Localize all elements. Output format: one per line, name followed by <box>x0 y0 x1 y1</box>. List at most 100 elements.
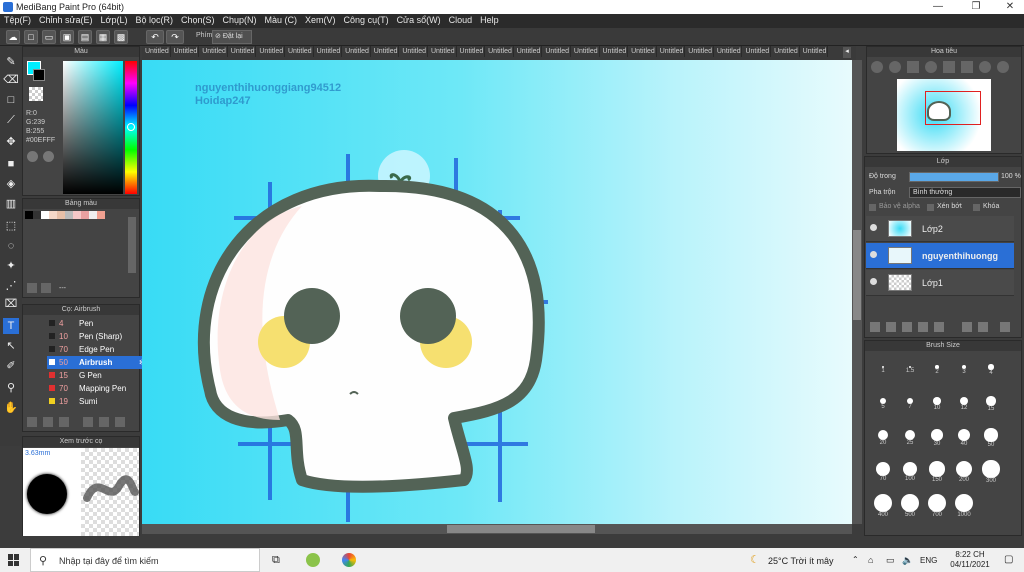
page-icon[interactable]: ▤ <box>78 30 92 44</box>
divide-tool-icon[interactable]: ✐ <box>3 358 19 374</box>
tab-untitled[interactable]: Untitled <box>371 46 400 57</box>
text-tool-icon[interactable]: T <box>3 318 19 334</box>
brush-copy-icon[interactable] <box>83 417 93 427</box>
close-button[interactable]: ✕ <box>990 1 1024 13</box>
menu-window[interactable]: Cửa sổ(W) <box>393 14 445 25</box>
brush-size-option[interactable]: 10 <box>925 391 949 417</box>
dot-tool-icon[interactable]: ⟋ <box>3 112 19 128</box>
delete-layer-icon[interactable] <box>1000 322 1010 332</box>
windows-start-icon[interactable] <box>8 554 20 566</box>
magic-wand-icon[interactable]: ✦ <box>3 258 19 274</box>
notification-icon[interactable]: ▢ <box>1004 554 1013 565</box>
palette-swatch[interactable] <box>97 211 105 219</box>
menu-select[interactable]: Chọn(S) <box>177 14 219 25</box>
move-tool-icon[interactable]: ✥ <box>3 134 19 150</box>
bucket-tool-icon[interactable]: ◈ <box>3 176 19 192</box>
menu-layer[interactable]: Lớp(L) <box>97 14 132 25</box>
zoom-out-icon[interactable] <box>889 61 901 73</box>
menu-filter[interactable]: Bộ lọc(R) <box>131 14 177 25</box>
brush-size-option[interactable]: 2 <box>925 357 949 383</box>
new-8bit-layer-icon[interactable] <box>902 322 912 332</box>
operation-tool-icon[interactable]: ↖ <box>3 338 19 354</box>
tab-untitled[interactable]: Untitled <box>256 46 285 57</box>
brush-size-option[interactable]: 20 <box>871 425 895 451</box>
menu-help[interactable]: Help <box>476 14 503 25</box>
brush-item[interactable]: 19 Sumi <box>47 395 149 408</box>
navigator-preview[interactable] <box>897 79 991 151</box>
menu-cloud[interactable]: Cloud <box>445 14 477 25</box>
tab-untitled[interactable]: Untitled <box>600 46 629 57</box>
tab-untitled[interactable]: Untitled <box>171 46 200 57</box>
horizontal-scroll-thumb[interactable] <box>447 525 595 533</box>
menu-color[interactable]: Màu (C) <box>261 14 302 25</box>
tabs-scroll-left-icon[interactable]: ◂ <box>843 47 851 58</box>
task-view-icon[interactable]: ⧉ <box>272 554 280 567</box>
viewport-indicator[interactable] <box>925 91 981 125</box>
tray-expand-icon[interactable]: ⌃ <box>852 555 859 564</box>
brush-size-option[interactable]: 40 <box>952 425 976 451</box>
browser-icon[interactable] <box>342 553 356 567</box>
visibility-eye-icon[interactable] <box>870 224 877 231</box>
tab-untitled[interactable]: Untitled <box>685 46 714 57</box>
new-file-icon[interactable]: □ <box>24 30 38 44</box>
battery-icon[interactable]: ▭ <box>886 555 895 566</box>
brush-tool-icon[interactable]: ✎ <box>3 54 19 70</box>
rotate-right-icon[interactable] <box>997 61 1009 73</box>
brush-size-option[interactable]: 12 <box>952 391 976 417</box>
palette-scrollbar[interactable] <box>128 217 136 273</box>
tab-untitled[interactable]: Untitled <box>628 46 657 57</box>
color-picker-icon[interactable] <box>43 151 54 162</box>
brush-size-option[interactable]: 15 <box>979 391 1003 417</box>
tab-untitled[interactable]: Untitled <box>514 46 543 57</box>
tab-untitled[interactable]: Untitled <box>800 46 829 57</box>
menu-tools[interactable]: Công cụ(T) <box>340 14 393 25</box>
brush-size-option[interactable]: 300 <box>979 459 1003 485</box>
palette-swatch[interactable] <box>41 211 49 219</box>
save-icon[interactable]: ▣ <box>60 30 74 44</box>
visibility-eye-icon[interactable] <box>870 251 877 258</box>
palette-swatch[interactable] <box>89 211 97 219</box>
zoom-in-icon[interactable] <box>871 61 883 73</box>
shape-tool-icon[interactable]: □ <box>3 92 19 108</box>
gradient-tool-icon[interactable]: ▥ <box>3 196 19 212</box>
tab-untitled[interactable]: Untitled <box>314 46 343 57</box>
fit-icon[interactable] <box>907 61 919 73</box>
brush-size-option[interactable]: 50 <box>979 425 1003 451</box>
volume-icon[interactable]: 🔈 <box>902 555 913 566</box>
hue-slider-handle[interactable] <box>127 123 135 131</box>
network-icon[interactable]: ⌂ <box>868 555 873 565</box>
brush-size-option[interactable]: 150 <box>925 459 949 485</box>
layer-folder-icon[interactable] <box>934 322 944 332</box>
reset-snap-button[interactable]: ⊘ Đặt lại <box>212 30 252 44</box>
tab-untitled[interactable]: Untitled <box>142 46 171 57</box>
hand-tool-icon[interactable]: ✋ <box>3 400 19 416</box>
background-color-swatch[interactable] <box>33 69 45 81</box>
tab-untitled[interactable]: Untitled <box>485 46 514 57</box>
brush-item[interactable]: 70 Edge Pen <box>47 343 149 356</box>
drawing-canvas[interactable]: nguyenthihuonggiang94512 Hoidap247 <box>142 60 852 524</box>
blend-mode-select[interactable]: Bình thường <box>909 187 1021 198</box>
brush-size-option[interactable]: 400 <box>871 493 895 519</box>
tab-untitled[interactable]: Untitled <box>285 46 314 57</box>
menu-view[interactable]: Xem(V) <box>301 14 340 25</box>
brush-item[interactable]: 4 Pen <box>47 317 149 330</box>
rotate-left-icon[interactable] <box>979 61 991 73</box>
select-tool-icon[interactable]: ⬚ <box>3 218 19 234</box>
weather-text[interactable]: 25°C Trời ít mây <box>768 556 834 566</box>
brush-folder-icon[interactable] <box>99 417 109 427</box>
brush-size-option[interactable]: 25 <box>898 425 922 451</box>
saturation-value-picker[interactable] <box>63 61 123 194</box>
brush-size-option[interactable]: 7 <box>898 391 922 417</box>
layer-row[interactable]: Lớp1 <box>866 270 1014 296</box>
clipping-checkbox[interactable] <box>927 204 934 211</box>
brush-dropdown-icon[interactable] <box>59 417 69 427</box>
lock-checkbox[interactable] <box>973 204 980 211</box>
tab-untitled[interactable]: Untitled <box>399 46 428 57</box>
tab-untitled[interactable]: Untitled <box>457 46 486 57</box>
flip-icon[interactable] <box>943 61 955 73</box>
layer-row-selected[interactable]: nguyenthihuongg <box>866 243 1014 269</box>
tab-untitled[interactable]: Untitled <box>714 46 743 57</box>
tab-untitled[interactable]: Untitled <box>228 46 257 57</box>
transparent-color-swatch[interactable] <box>29 87 43 101</box>
select-eraser-icon[interactable]: ⌧ <box>3 296 19 312</box>
